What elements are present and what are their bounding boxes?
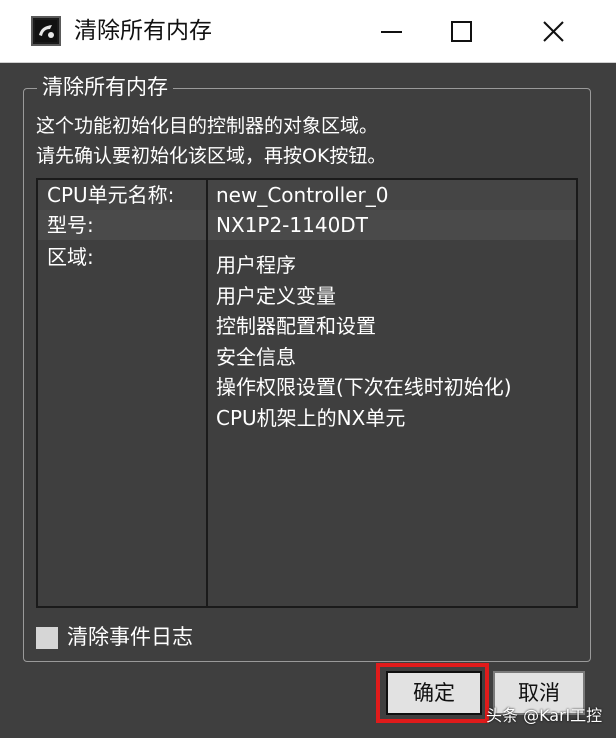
description-line-1: 这个功能初始化目的控制器的对象区域。 [36, 115, 379, 137]
model-value: NX1P2-1140DT [216, 213, 368, 237]
close-icon [543, 21, 564, 42]
region-list: 用户程序 用户定义变量 控制器配置和设置 安全信息 操作权限设置(下次在线时初始… [216, 250, 512, 433]
region-label: 区域: [47, 245, 94, 269]
title-bar[interactable]: 清除所有内存 [0, 0, 616, 63]
model-label: 型号: [47, 213, 94, 237]
region-item: 安全信息 [216, 344, 296, 369]
ok-button[interactable]: 确定 [386, 671, 482, 715]
clear-event-log-label[interactable]: 清除事件日志 [67, 622, 193, 652]
cpu-unit-name-value: new_Controller_0 [216, 183, 389, 207]
target-info-list[interactable]: CPU单元名称: new_Controller_0 型号: NX1P2-1140… [36, 178, 578, 608]
region-item: 操作权限设置(下次在线时初始化) [216, 375, 512, 399]
region-item: 用户程序 [216, 253, 296, 277]
region-item: CPU机架上的NX单元 [216, 405, 406, 430]
maximize-button[interactable] [438, 8, 484, 54]
clear-memory-dialog: 清除所有内存 清除所有内存 这个功能初始化目的控制器的对象区域。 请先确认要初始… [0, 0, 616, 738]
minimize-icon [381, 31, 402, 33]
window-title: 清除所有内存 [74, 18, 212, 44]
groupbox-legend: 清除所有内存 [37, 73, 173, 101]
close-button[interactable] [530, 8, 576, 54]
region-item: 用户定义变量 [216, 283, 336, 308]
minimize-button[interactable] [368, 8, 414, 54]
cpu-unit-name-label: CPU单元名称: [47, 183, 175, 207]
app-logo-icon [31, 16, 61, 46]
watermark-text: 头条 @Karl工控 [486, 706, 603, 725]
column-divider [206, 180, 208, 606]
description-line-2: 请先确认要初始化该区域，再按OK按钮。 [36, 145, 387, 167]
region-item: 控制器配置和设置 [216, 314, 376, 338]
maximize-icon [451, 21, 472, 42]
clear-event-log-checkbox[interactable] [36, 627, 58, 649]
